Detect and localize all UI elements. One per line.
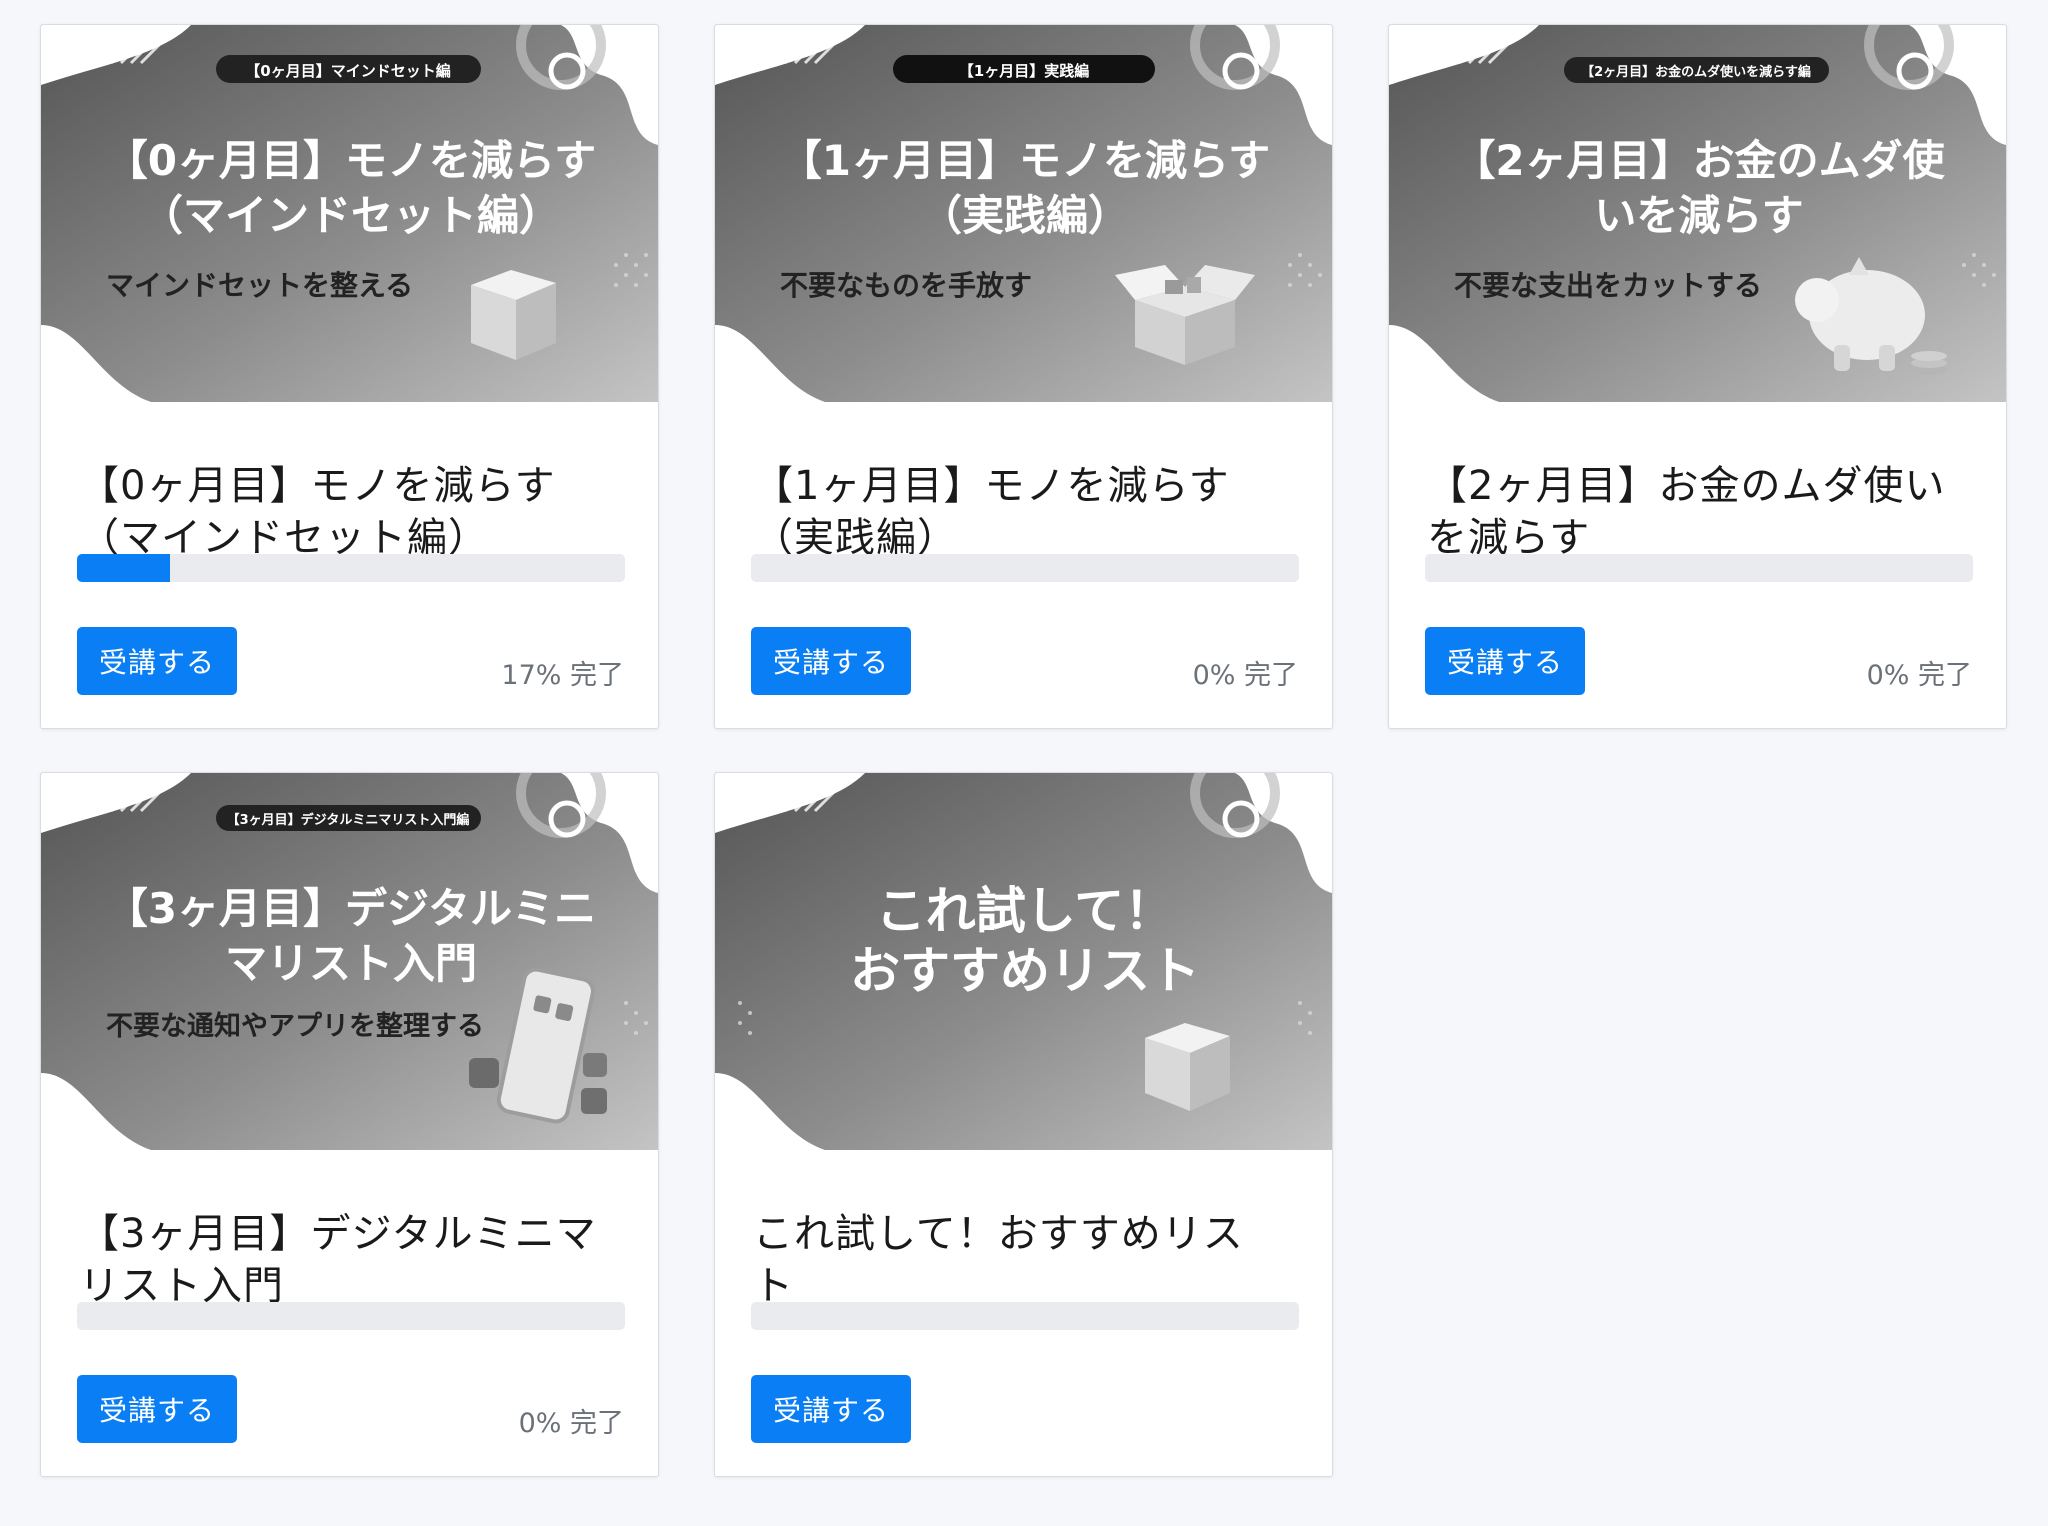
progress-bar xyxy=(77,554,625,582)
mute-icon xyxy=(469,1058,499,1088)
thumb-pill-text: 【3ヶ月目】デジタルミニマリスト入門編 xyxy=(227,812,470,828)
thumb-pill-text: 【2ヶ月目】お金のムダ使いを減らす編 xyxy=(1581,64,1811,80)
course-title: 【0ヶ月目】モノを減らす （マインドセット編） xyxy=(79,463,556,561)
course-card[interactable]: 【2ヶ月目】お金のムダ使いを減らす編 【2ヶ月目】お金のムダ使 いを減らす 不要… xyxy=(1388,24,2007,729)
course-title: 【3ヶ月目】デジタルミニマ リスト入門 xyxy=(79,1211,597,1309)
thumb-pill-text: 【1ヶ月目】実践編 xyxy=(959,62,1089,80)
progress-bar xyxy=(77,1302,625,1330)
thumb-title-line2: （マインドセット編） xyxy=(141,191,561,240)
course-title: これ試して！おすすめリス ト xyxy=(753,1211,1244,1309)
course-card[interactable]: これ試して！ おすすめリスト これ試して！おすすめリス ト 受講する xyxy=(714,772,1333,1477)
enroll-button[interactable]: 受講する xyxy=(751,627,911,695)
course-title: 【1ヶ月目】モノを減らす （実践編） xyxy=(753,463,1230,561)
progress-bar xyxy=(751,1302,1299,1330)
course-thumbnail[interactable]: これ試して！ おすすめリスト xyxy=(715,773,1332,1150)
completion-text: 0% 完了 xyxy=(1192,660,1298,691)
thumb-title-line2: マリスト入門 xyxy=(225,939,477,988)
thumb-title-line1: これ試して！ xyxy=(876,882,1175,940)
completion-text: 0% 完了 xyxy=(518,1408,624,1439)
course-thumbnail[interactable]: 【0ヶ月目】マインドセット編 【0ヶ月目】モノを減らす （マインドセット編） マ… xyxy=(41,25,658,402)
thumb-subtitle: 不要な支出をカットする xyxy=(1454,269,1762,302)
completion-text: 17% 完了 xyxy=(501,660,624,691)
enroll-button[interactable]: 受講する xyxy=(751,1375,911,1443)
thumb-subtitle: 不要なものを手放す xyxy=(780,269,1032,302)
thumb-subtitle: 不要な通知やアプリを整理する xyxy=(106,1011,484,1042)
thumb-title-line1: 【0ヶ月目】モノを減らす xyxy=(106,136,596,185)
course-card[interactable]: 【1ヶ月目】実践編 【1ヶ月目】モノを減らす （実践編） 不要なものを手放す 【… xyxy=(714,24,1333,729)
enroll-button[interactable]: 受講する xyxy=(77,627,237,695)
cube-icon xyxy=(471,270,556,360)
course-grid: 【0ヶ月目】マインドセット編 【0ヶ月目】モノを減らす （マインドセット編） マ… xyxy=(0,0,2048,1526)
trash-icon xyxy=(581,1088,607,1114)
thumb-subtitle: マインドセットを整える xyxy=(106,269,413,302)
thumb-title-line2: おすすめリスト xyxy=(850,942,1200,1000)
thumb-title-line2: （実践編） xyxy=(920,191,1130,240)
thumb-title-line2: いを減らす xyxy=(1594,191,1803,240)
cube-icon xyxy=(1145,1023,1230,1111)
thumb-title-line1: 【2ヶ月目】お金のムダ使 xyxy=(1453,136,1945,185)
thumb-pill-text: 【0ヶ月目】マインドセット編 xyxy=(245,62,450,80)
course-thumbnail[interactable]: 【2ヶ月目】お金のムダ使いを減らす編 【2ヶ月目】お金のムダ使 いを減らす 不要… xyxy=(1389,25,2006,402)
thumb-title-line1: 【1ヶ月目】モノを減らす xyxy=(780,136,1270,185)
course-card[interactable]: 【3ヶ月目】デジタルミニマリスト入門編 【3ヶ月目】デジタルミニ マリスト入門 … xyxy=(40,772,659,1477)
course-thumbnail[interactable]: 【1ヶ月目】実践編 【1ヶ月目】モノを減らす （実践編） 不要なものを手放す xyxy=(715,25,1332,402)
course-title: 【2ヶ月目】お金のムダ使い を減らす xyxy=(1427,463,1946,561)
completion-text: 0% 完了 xyxy=(1866,660,1972,691)
enroll-button[interactable]: 受講する xyxy=(77,1375,237,1443)
progress-fill xyxy=(77,554,171,582)
course-card[interactable]: 【0ヶ月目】マインドセット編 【0ヶ月目】モノを減らす （マインドセット編） マ… xyxy=(40,24,659,729)
thumb-title-line1: 【3ヶ月目】デジタルミニ xyxy=(106,884,596,933)
course-thumbnail[interactable]: 【3ヶ月目】デジタルミニマリスト入門編 【3ヶ月目】デジタルミニ マリスト入門 … xyxy=(41,773,658,1150)
progress-bar xyxy=(751,554,1299,582)
enroll-button[interactable]: 受講する xyxy=(1425,627,1585,695)
progress-bar xyxy=(1425,554,1973,582)
